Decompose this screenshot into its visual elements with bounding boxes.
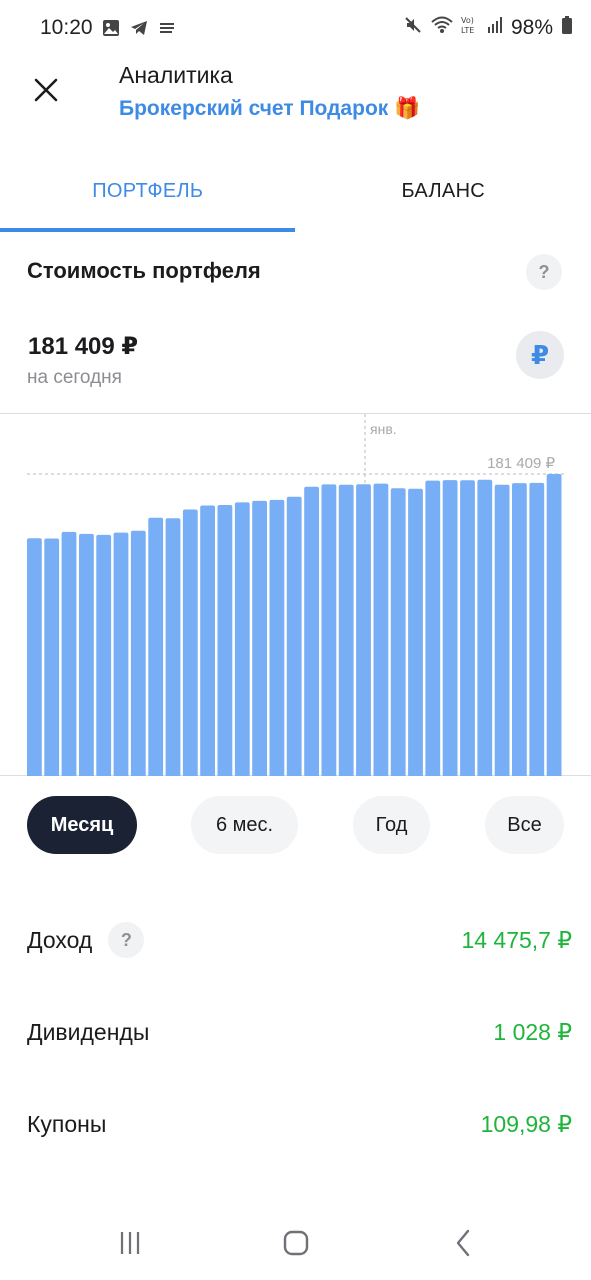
chart-bar (252, 500, 267, 776)
income-value: 14 475,7 ₽ (461, 926, 572, 953)
portfolio-help-button[interactable]: ? (526, 254, 562, 290)
active-tab-indicator (0, 228, 295, 232)
account-selector[interactable]: Брокерский счет Подарок 🎁 (119, 97, 420, 121)
chart-bar (79, 533, 94, 776)
chart-bar (200, 505, 215, 776)
svg-text:LTE: LTE (461, 26, 474, 35)
portfolio-caption: на сегодня (27, 367, 122, 388)
status-bar: 10:20 Vo) LTE 98% (0, 0, 591, 56)
chart-bar (113, 532, 129, 776)
home-button[interactable] (278, 1225, 314, 1261)
tab-portfolio[interactable]: ПОРТФЕЛЬ (0, 150, 296, 232)
chart-bar (27, 538, 42, 776)
chart-bar (425, 480, 441, 776)
period-selector: Месяц 6 мес. Год Все (0, 796, 591, 854)
chart-bar (512, 483, 527, 776)
chart-bar (286, 496, 302, 776)
period-year-button[interactable]: Год (353, 796, 430, 854)
currency-button[interactable]: ₽ (516, 331, 564, 379)
chart-bar (44, 538, 60, 776)
chart-bar (356, 484, 371, 776)
income-help-button[interactable]: ? (108, 922, 145, 958)
mute-icon (403, 15, 423, 40)
max-value-label: 181 409 ₽ (487, 455, 555, 472)
status-right: Vo) LTE 98% (403, 15, 573, 40)
section-title-portfolio-value: Стоимость портфеля (27, 258, 261, 283)
chart-bar (442, 480, 458, 776)
chart-bar (148, 517, 164, 776)
ruble-icon: ₽ (530, 339, 550, 370)
status-left-icons (101, 18, 177, 43)
question-icon: ? (120, 929, 132, 950)
dividends-label: Дивиденды (27, 1018, 150, 1045)
telegram-icon (129, 18, 149, 43)
month-label: янв. (370, 421, 397, 437)
income-label: Доход (27, 926, 93, 953)
tab-balance[interactable]: БАЛАНС (296, 150, 591, 232)
home-icon (283, 1230, 309, 1256)
tab-bar: ПОРТФЕЛЬ БАЛАНС (0, 150, 591, 232)
chart-bar (269, 499, 285, 776)
period-6-months-button[interactable]: 6 мес. (191, 796, 298, 854)
chart-bar (460, 480, 475, 776)
coupons-row: Купоны 109,98 ₽ (27, 1104, 572, 1144)
wifi-icon (431, 15, 453, 40)
period-all-button[interactable]: Все (485, 796, 564, 854)
chart-bar (96, 534, 112, 776)
chart-bar (217, 505, 233, 776)
system-navigation-bar (0, 1205, 591, 1280)
chart-bar (321, 484, 337, 776)
gift-icon: 🎁 (394, 97, 421, 120)
volte-icon: Vo) LTE (461, 15, 479, 40)
recent-apps-button[interactable] (112, 1225, 148, 1261)
back-button[interactable] (446, 1225, 482, 1261)
coupons-value: 109,98 ₽ (480, 1110, 572, 1137)
chart-bar (338, 484, 354, 776)
chart-bar (408, 488, 423, 776)
chart-bar (165, 518, 181, 776)
chart-bar (130, 530, 146, 776)
chart-bar (304, 486, 319, 776)
page-title: Аналитика (119, 62, 233, 88)
income-row: Доход ? 14 475,7 ₽ (27, 920, 572, 960)
dividends-value: 1 028 ₽ (493, 1018, 572, 1045)
income-label-wrap: Доход ? (27, 922, 145, 958)
svg-text:Vo): Vo) (461, 16, 474, 25)
portfolio-chart[interactable]: 181 409 ₽ янв. (0, 413, 591, 776)
chart-bar (390, 488, 406, 776)
close-button[interactable] (26, 70, 66, 110)
chart-bar (234, 502, 250, 776)
battery-percent: 98% (510, 15, 553, 39)
close-icon (34, 78, 58, 102)
battery-icon (561, 15, 573, 40)
portfolio-bar-chart: 181 409 ₽ янв. (27, 414, 564, 776)
image-icon (101, 18, 121, 43)
notes-icon (157, 18, 177, 43)
period-month-button[interactable]: Месяц (27, 796, 137, 854)
chart-bar (61, 531, 77, 776)
account-name: Брокерский счет Подарок (119, 97, 389, 120)
coupons-label: Купоны (27, 1110, 107, 1137)
chart-bar (529, 482, 545, 776)
recent-apps-icon (120, 1232, 140, 1254)
signal-icon (487, 15, 503, 40)
dividends-row: Дивиденды 1 028 ₽ (27, 1012, 572, 1052)
portfolio-value: 181 409 ₽ (28, 333, 139, 360)
chart-bar (182, 509, 198, 776)
chart-bar (477, 479, 493, 776)
question-icon: ? (538, 261, 550, 282)
chart-bar (494, 484, 510, 776)
chart-bar (546, 474, 562, 776)
chart-bar (373, 483, 389, 776)
back-icon (456, 1229, 470, 1257)
status-time: 10:20 (40, 16, 93, 39)
